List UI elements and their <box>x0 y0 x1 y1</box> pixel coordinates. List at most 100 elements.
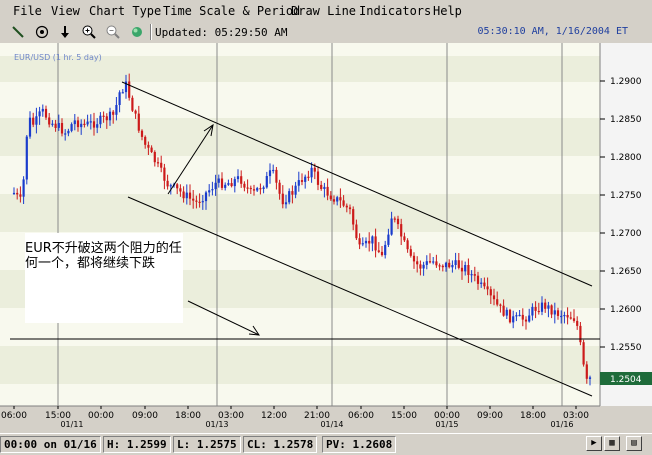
candle-body <box>297 180 300 186</box>
candle-body <box>108 111 112 121</box>
menu-indicators[interactable]: Indicators <box>359 4 431 18</box>
candle-body <box>105 116 108 121</box>
globe-icon[interactable] <box>129 24 145 40</box>
candle-body <box>16 192 19 195</box>
x-date-label: 01/14 <box>320 420 343 429</box>
candle-body <box>224 184 227 188</box>
candle-body <box>35 116 38 125</box>
status-low: L: 1.2575 <box>173 436 241 453</box>
status-high: H: 1.2599 <box>103 436 171 453</box>
zoom-in-icon[interactable] <box>81 24 97 40</box>
candle-body <box>272 169 275 172</box>
candle-body <box>169 185 172 187</box>
candle-body <box>326 186 329 196</box>
candle-body <box>499 304 502 306</box>
candle-body <box>560 315 563 318</box>
candle-body <box>153 152 156 163</box>
candle-body <box>268 170 272 177</box>
symbol-label: EUR/USD (1 hr. 5 day) <box>14 53 102 62</box>
menu-view[interactable]: View <box>51 4 80 18</box>
candle-body <box>380 251 384 256</box>
candle-body <box>528 315 531 322</box>
price-chart[interactable]: 1.2900 1.2850 1.2800 1.2750 1.2700 1.265… <box>0 43 652 433</box>
menu-chart-type[interactable]: Chart Type <box>89 4 161 18</box>
candle-body <box>38 111 41 117</box>
draw-line-icon[interactable] <box>10 24 26 40</box>
candle-body <box>339 197 342 201</box>
updated-label: Updated: 05:29:50 AM <box>155 26 288 39</box>
candle-body <box>44 108 48 118</box>
candle-body <box>121 92 124 94</box>
candle-body <box>569 317 572 319</box>
candle-body <box>521 314 524 320</box>
zoom-out-icon[interactable] <box>105 24 121 40</box>
status-pv: PV: 1.2608 <box>322 436 397 453</box>
down-arrow-icon[interactable] <box>57 24 73 40</box>
candle-body <box>345 205 348 208</box>
candle-body <box>313 167 316 172</box>
x-tick-label: 09:00 <box>132 411 158 421</box>
candle-body <box>243 183 246 188</box>
y-tick-label: 1.2700 <box>610 229 642 239</box>
target-icon[interactable] <box>34 24 50 40</box>
candle-body <box>80 123 83 128</box>
chart-window-button[interactable]: ▤ <box>626 436 642 451</box>
candle-body <box>134 110 137 114</box>
candle-body <box>316 171 320 185</box>
status-time: 00:00 on 01/16 <box>0 436 101 453</box>
candle-body <box>403 236 406 241</box>
candle-body <box>19 194 22 197</box>
split-window-button[interactable]: ▦ <box>604 436 620 451</box>
y-tick-label: 1.2550 <box>610 343 642 353</box>
candle-body <box>444 262 448 268</box>
candle-body <box>64 133 67 135</box>
candle-body <box>214 182 217 190</box>
candle-body <box>304 176 307 182</box>
candle-body <box>489 289 492 296</box>
plot-bands <box>0 43 600 406</box>
candle-body <box>496 299 499 305</box>
candle-body <box>390 218 393 235</box>
candle-body <box>432 261 435 263</box>
candle-body <box>582 342 585 365</box>
candle-body <box>112 111 115 115</box>
menu-time-scale[interactable]: Time Scale & Period <box>163 4 300 18</box>
candle-body <box>323 186 326 189</box>
candle-body <box>188 192 192 199</box>
y-tick-label: 1.2600 <box>610 305 642 315</box>
candle-body <box>588 377 592 379</box>
x-tick-label: 12:00 <box>261 411 287 421</box>
candle-body <box>534 306 537 311</box>
candle-body <box>256 188 259 191</box>
candle-body <box>355 224 358 239</box>
candle-body <box>451 265 454 268</box>
x-tick-label: 18:00 <box>175 411 201 421</box>
candle-body <box>374 236 377 251</box>
candle-body <box>12 192 16 195</box>
candle-body <box>486 286 489 290</box>
candle-body <box>508 309 512 323</box>
candle-body <box>422 264 425 269</box>
scroll-right-button[interactable]: ▶ <box>586 436 602 451</box>
candle-body <box>332 199 336 202</box>
candle-body <box>25 136 28 180</box>
candle-body <box>73 120 76 125</box>
y-tick-label: 1.2850 <box>610 115 642 125</box>
candle-body <box>118 92 121 105</box>
candle-body <box>198 201 201 203</box>
candle-body <box>281 193 284 205</box>
candle-body <box>364 240 368 244</box>
candle-body <box>291 191 294 195</box>
candle-body <box>505 309 508 316</box>
candle-body <box>553 310 556 315</box>
candle-body <box>518 314 521 317</box>
candle-body <box>406 240 409 250</box>
candle-body <box>76 120 80 128</box>
menu-help[interactable]: Help <box>433 4 462 18</box>
candle-body <box>550 305 553 315</box>
candle-body <box>89 121 92 123</box>
chart-area[interactable]: 1.2900 1.2850 1.2800 1.2750 1.2700 1.265… <box>0 43 652 433</box>
candle-body <box>288 191 291 203</box>
menu-file[interactable]: File <box>13 4 42 18</box>
menu-draw-line[interactable]: Draw Line <box>291 4 356 18</box>
